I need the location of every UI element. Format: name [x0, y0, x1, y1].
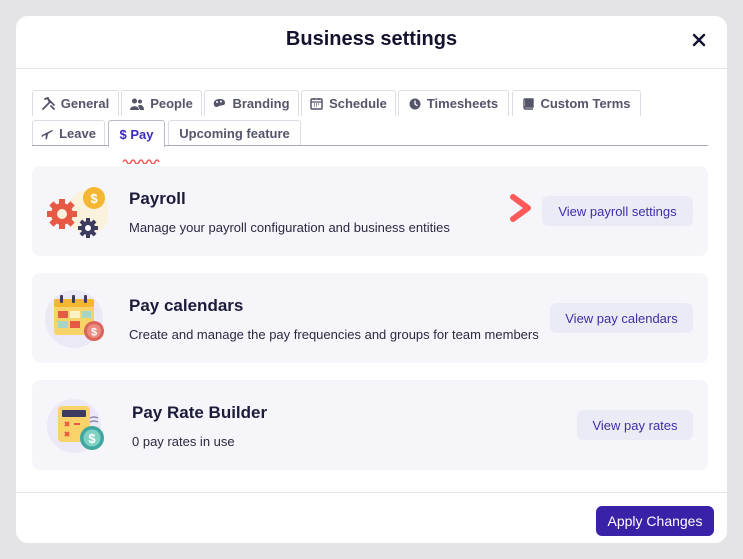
close-icon	[692, 33, 706, 47]
tab-custom-terms-label: Custom Terms	[540, 96, 631, 111]
view-pay-rates-button[interactable]: View pay rates	[577, 410, 693, 440]
view-pay-calendars-button[interactable]: View pay calendars	[550, 303, 693, 333]
book-icon	[523, 97, 535, 110]
pay-calendars-card: $ Pay calendars Create and manage the pa…	[32, 273, 708, 363]
tab-timesheets[interactable]: Timesheets	[398, 90, 509, 116]
people-icon	[130, 98, 145, 110]
calendar-icon	[310, 98, 323, 110]
pay-rate-illustration: $	[44, 396, 108, 456]
pay-rate-builder-card: $ Pay Rate Builder 0 pay rates in use Vi…	[32, 380, 708, 470]
tab-pay[interactable]: $ Pay	[108, 120, 165, 147]
calendar-coin-icon: $	[45, 290, 104, 348]
pay-calendars-description: Create and manage the pay frequencies an…	[129, 327, 539, 342]
gears-coin-icon: $	[47, 187, 110, 238]
payroll-title: Payroll	[129, 189, 186, 208]
tab-leave[interactable]: Leave	[32, 120, 105, 146]
modal-title: Business settings	[285, 28, 458, 50]
tab-schedule[interactable]: Schedule	[301, 90, 396, 116]
svg-text:$: $	[88, 431, 96, 446]
tab-custom-terms[interactable]: Custom Terms	[512, 90, 641, 116]
active-tab-squiggle	[122, 159, 160, 164]
tab-people[interactable]: People	[121, 90, 202, 116]
plane-icon	[41, 129, 53, 139]
tab-general[interactable]: General	[32, 90, 119, 116]
modal-header: Business settings	[16, 16, 727, 69]
business-settings-modal: Business settings General People Brandin…	[16, 16, 727, 543]
tools-icon	[41, 97, 55, 110]
tab-people-label: People	[150, 96, 193, 111]
tab-upcoming-feature-label: Upcoming feature	[179, 126, 290, 141]
pay-rate-builder-description: 0 pay rates in use	[132, 434, 235, 449]
view-payroll-settings-button[interactable]: View payroll settings	[542, 196, 693, 226]
tab-schedule-label: Schedule	[329, 96, 387, 111]
modal-footer: Apply Changes	[16, 492, 727, 543]
payroll-description: Manage your payroll configuration and bu…	[129, 220, 450, 235]
tab-branding[interactable]: Branding	[204, 90, 299, 116]
tab-upcoming-feature[interactable]: Upcoming feature	[168, 120, 301, 146]
tab-general-label: General	[60, 96, 110, 111]
payroll-illustration: $	[44, 182, 110, 242]
svg-text:$: $	[90, 191, 98, 206]
pay-rate-builder-title: Pay Rate Builder	[132, 403, 268, 422]
payroll-card: $ Payroll Manage your payroll configurat…	[32, 166, 708, 256]
palette-icon	[214, 98, 226, 107]
pay-calendars-title: Pay calendars	[129, 296, 244, 315]
svg-text:$: $	[91, 327, 97, 339]
calculator-coin-icon: $	[47, 399, 104, 453]
settings-tabs: General People Branding Schedule Timeshe…	[32, 90, 708, 164]
pointer-chevron-icon	[510, 194, 531, 222]
tab-timesheets-label: Timesheets	[426, 96, 499, 111]
tab-leave-label: Leave	[59, 126, 96, 141]
tab-pay-label: $ Pay	[119, 126, 154, 142]
close-button[interactable]	[687, 28, 711, 52]
apply-changes-button[interactable]: Apply Changes	[596, 506, 714, 536]
pay-calendars-illustration: $	[44, 289, 108, 349]
clock-icon	[409, 98, 421, 109]
tab-branding-label: Branding	[232, 96, 290, 111]
